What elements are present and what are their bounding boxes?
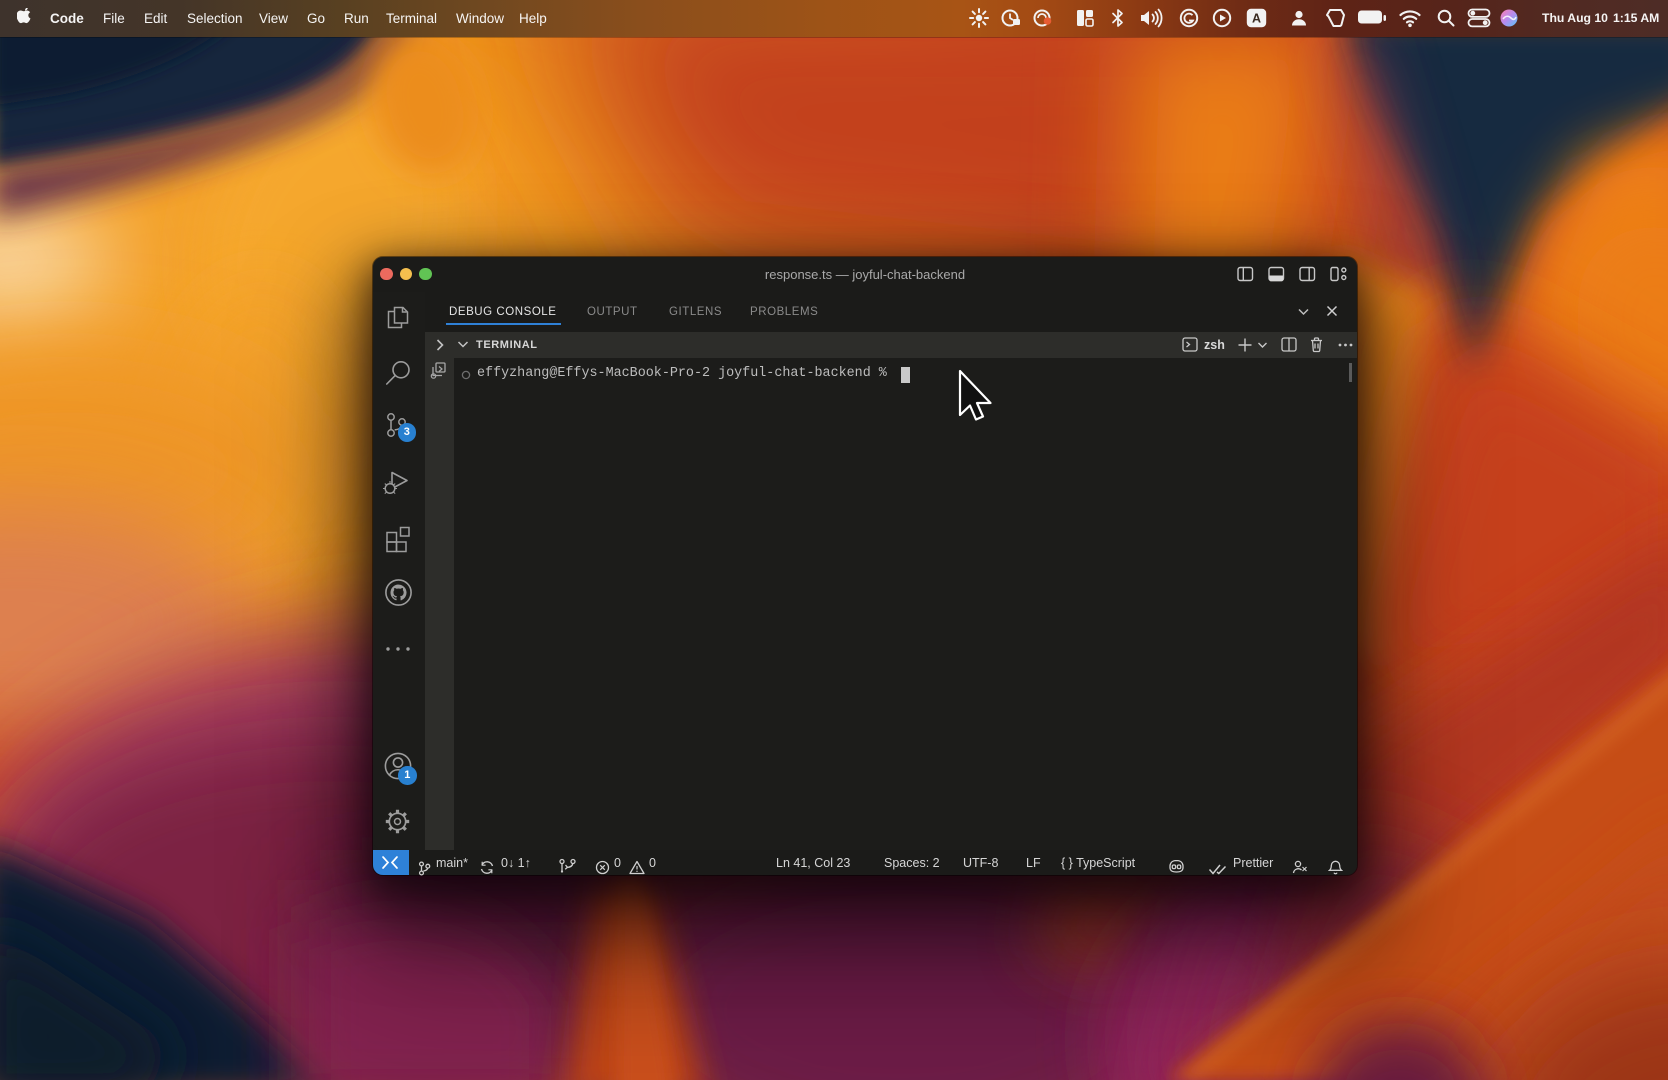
svg-text:A: A — [1252, 12, 1261, 26]
